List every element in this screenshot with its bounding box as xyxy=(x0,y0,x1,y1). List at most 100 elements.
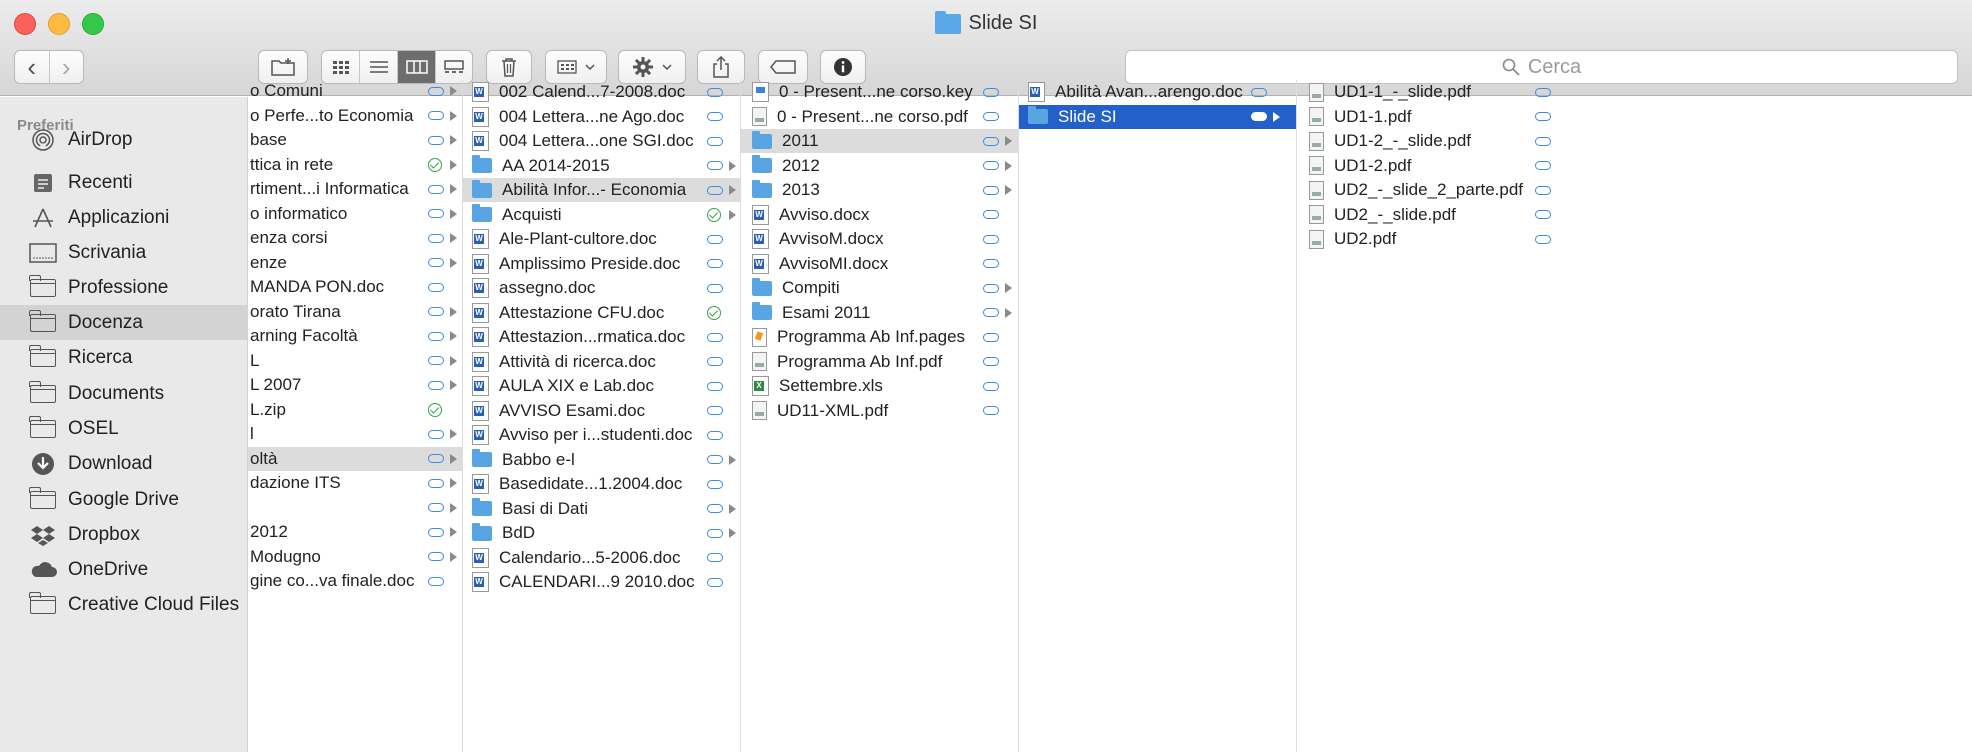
file-row[interactable]: Modugno xyxy=(248,545,462,569)
folder-row[interactable]: Compiti xyxy=(741,276,1018,300)
file-row[interactable]: L 2007 xyxy=(248,373,462,397)
action-menu-button[interactable] xyxy=(618,50,686,84)
file-row[interactable]: UD11-XML.pdf xyxy=(741,399,1018,423)
file-row[interactable]: MANDA PON.doc xyxy=(248,275,462,299)
folder-row[interactable]: Acquisti xyxy=(463,203,740,227)
forward-button[interactable]: › xyxy=(50,51,84,83)
sidebar-item-onedrive[interactable]: OneDrive xyxy=(0,552,248,587)
edit-tags-button[interactable] xyxy=(758,50,808,84)
file-row[interactable]: AULA XIX e Lab.doc xyxy=(463,374,740,398)
file-row[interactable]: Settembre.xls xyxy=(741,374,1018,398)
folder-row[interactable]: 2011 xyxy=(741,129,1018,153)
file-row[interactable]: Abilità Avan...arengo.doc xyxy=(1019,80,1296,104)
icloud-icon xyxy=(428,454,444,463)
folder-row[interactable]: Esami 2011 xyxy=(741,301,1018,325)
sidebar-item-documents[interactable]: Documents xyxy=(0,376,248,411)
get-info-button[interactable] xyxy=(820,50,866,84)
sidebar-item-scrivania[interactable]: Scrivania xyxy=(0,235,248,270)
file-row[interactable]: Amplissimo Preside.doc xyxy=(463,252,740,276)
icon-view-button[interactable] xyxy=(322,51,360,83)
file-row[interactable]: 004 Lettera...one SGI.doc xyxy=(463,129,740,153)
sidebar-item-ricerca[interactable]: Ricerca xyxy=(0,340,248,375)
back-button[interactable]: ‹ xyxy=(15,51,50,83)
sidebar-item-download[interactable]: Download xyxy=(0,446,248,481)
file-row[interactable]: Basedidate...1.2004.doc xyxy=(463,472,740,496)
column-5: UD1-1_-_slide.pdf UD1-1.pdf UD1-2_-_slide.… xyxy=(1297,80,1972,752)
file-row[interactable]: L xyxy=(248,349,462,373)
sidebar-item-recenti[interactable]: Recenti xyxy=(0,165,248,200)
sidebar-item-airdrop[interactable]: AirDrop xyxy=(0,122,248,157)
sidebar-item-professione[interactable]: Professione xyxy=(0,270,248,305)
file-row[interactable]: 0 - Present...ne corso.key xyxy=(741,80,1018,104)
list-view-button[interactable] xyxy=(360,51,398,83)
group-by-button[interactable] xyxy=(545,50,607,84)
file-row[interactable]: Avviso per i...studenti.doc xyxy=(463,423,740,447)
file-row[interactable]: UD2.pdf xyxy=(1297,227,1972,251)
file-row[interactable]: Attività di ricerca.doc xyxy=(463,350,740,374)
sidebar-item-creative-cloud-files[interactable]: Creative Cloud Files xyxy=(0,587,248,622)
file-row[interactable]: AVVISO Esami.doc xyxy=(463,399,740,423)
file-row[interactable]: CALENDARI...9 2010.doc xyxy=(463,570,740,594)
file-row[interactable]: assegno.doc xyxy=(463,276,740,300)
file-row[interactable]: o Comuni xyxy=(248,80,462,103)
item-name: oltà xyxy=(250,448,278,468)
file-row[interactable]: Programma Ab Inf.pdf xyxy=(741,350,1018,374)
file-row[interactable]: base xyxy=(248,128,462,152)
file-row[interactable]: UD1-1.pdf xyxy=(1297,105,1972,129)
sidebar-item-google-drive[interactable]: Google Drive xyxy=(0,482,248,517)
share-icon xyxy=(713,56,729,78)
folder-row[interactable]: 2012 xyxy=(741,154,1018,178)
file-row[interactable]: UD2_-_slide_2_parte.pdf xyxy=(1297,178,1972,202)
file-row[interactable]: rtiment...i Informatica xyxy=(248,177,462,201)
search-field[interactable]: Cerca xyxy=(1125,50,1958,84)
folder-row[interactable]: Slide SI xyxy=(1019,104,1296,129)
file-row[interactable]: Attestazione CFU.doc xyxy=(463,301,740,325)
file-row[interactable]: 004 Lettera...ne Ago.doc xyxy=(463,105,740,129)
file-row[interactable]: AvvisoMI.docx xyxy=(741,252,1018,276)
file-row[interactable]: gine co...va finale.doc xyxy=(248,569,462,593)
file-row[interactable]: Ale-Plant-cultore.doc xyxy=(463,227,740,251)
file-row[interactable]: 0 - Present...ne corso.pdf xyxy=(741,105,1018,129)
file-row[interactable]: arning Facoltà xyxy=(248,324,462,348)
sidebar-item-dropbox[interactable]: Dropbox xyxy=(0,517,248,552)
gallery-view-button[interactable] xyxy=(436,51,472,83)
folder-row[interactable]: 2013 xyxy=(741,178,1018,202)
disclosure-arrow-icon xyxy=(1005,185,1012,195)
new-folder-button[interactable] xyxy=(258,50,308,84)
share-button[interactable] xyxy=(697,50,745,84)
file-row[interactable]: l xyxy=(248,422,462,446)
file-row[interactable]: oltà xyxy=(248,446,462,471)
item-name: MANDA PON.doc xyxy=(250,277,385,296)
sidebar-item-applicazioni[interactable]: Applicazioni xyxy=(0,200,248,235)
file-row[interactable]: o informatico xyxy=(248,202,462,226)
folder-row[interactable]: Babbo e-l xyxy=(463,448,740,472)
file-row[interactable]: AvvisoM.docx xyxy=(741,227,1018,251)
file-row[interactable]: 2012 xyxy=(248,520,462,544)
item-name: 0 - Present...ne corso.pdf xyxy=(777,106,968,126)
file-row[interactable]: ttica in rete xyxy=(248,153,462,177)
file-row[interactable]: o Perfe...to Economia xyxy=(248,104,462,128)
file-row[interactable]: UD2_-_slide.pdf xyxy=(1297,203,1972,227)
sidebar-item-osel[interactable]: OSEL xyxy=(0,411,248,446)
file-row[interactable]: Programma Ab Inf.pages xyxy=(741,325,1018,349)
file-row[interactable]: dazione ITS xyxy=(248,471,462,495)
file-row[interactable]: UD1-2.pdf xyxy=(1297,154,1972,178)
column-view-button[interactable] xyxy=(398,51,436,83)
sidebar-item-docenza[interactable]: Docenza xyxy=(0,305,248,340)
file-row[interactable]: enza corsi xyxy=(248,226,462,250)
file-row[interactable]: Calendario...5-2006.doc xyxy=(463,546,740,570)
move-to-trash-button[interactable] xyxy=(486,50,532,84)
folder-row[interactable]: AA 2014-2015 xyxy=(463,154,740,178)
file-row[interactable]: L.zip xyxy=(248,398,462,422)
folder-row[interactable]: BdD xyxy=(463,521,740,545)
file-row[interactable]: UD1-1_-_slide.pdf xyxy=(1297,80,1972,104)
folder-row[interactable]: Basi di Dati xyxy=(463,497,740,521)
file-row[interactable]: enze xyxy=(248,251,462,275)
file-row[interactable] xyxy=(248,496,462,520)
file-row[interactable]: Avviso.docx xyxy=(741,203,1018,227)
folder-row[interactable]: Abilità Infor...- Economia xyxy=(463,178,740,202)
file-row[interactable]: UD1-2_-_slide.pdf xyxy=(1297,129,1972,153)
file-row[interactable]: 002 Calend...7-2008.doc xyxy=(463,80,740,104)
file-row[interactable]: Attestazion...rmatica.doc xyxy=(463,325,740,349)
file-row[interactable]: orato Tirana xyxy=(248,300,462,324)
